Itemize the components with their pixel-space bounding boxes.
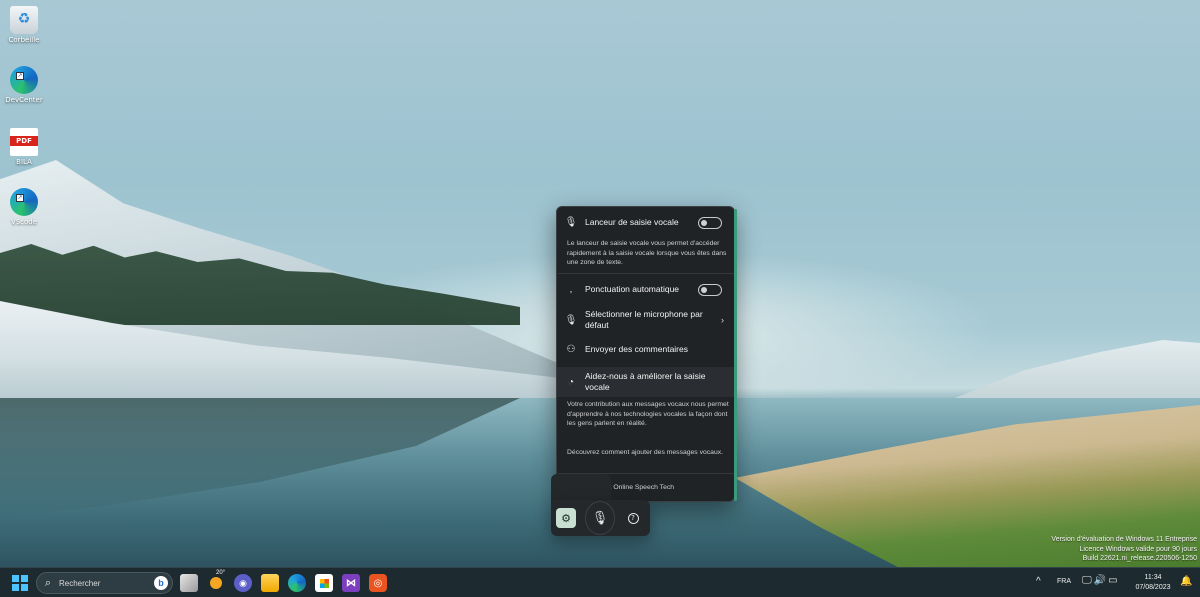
clock-date: 07/08/2023 (1135, 584, 1171, 591)
microphone-icon: 🎙 (564, 314, 578, 326)
watermark-line: Licence Windows valide pour 90 jours (1079, 545, 1197, 553)
auto-punctuation-toggle[interactable] (698, 284, 722, 296)
bing-icon[interactable]: b (154, 576, 168, 590)
default-microphone-row[interactable]: 🎙 Sélectionner le microphone par défaut … (557, 308, 734, 332)
search-icon: ⌕ (44, 576, 52, 589)
desktop-icon-label: VScode (10, 218, 38, 226)
desktop-icon-devcenter[interactable]: ↗ DevCenter (2, 66, 46, 104)
watermark-line: Build 22621.ni_release.220506-1250 (1082, 555, 1197, 562)
auto-punctuation-title: Ponctuation automatique (585, 284, 680, 294)
visual-studio-button[interactable]: ⋈ (342, 574, 360, 592)
network-icon: 🖵 (1082, 575, 1094, 586)
recycle-bin-icon (10, 6, 38, 34)
taskbar-clock[interactable]: 11:34 07/08/2023 (1131, 573, 1175, 593)
add-voice-clips-link[interactable]: Découvrez comment ajouter des messages v… (567, 448, 729, 458)
taskbar-search-box[interactable]: ⌕ Rechercher b (36, 572, 173, 594)
desktop-icon-label: Corbeille (8, 36, 40, 44)
headset-icon: ◔ (567, 376, 575, 388)
desktop-icon-label: BILA (16, 158, 32, 166)
task-view-button[interactable] (180, 574, 198, 592)
feedback-icon: ⚇ (566, 344, 576, 355)
volume-icon: 🔊 (1093, 575, 1109, 586)
battery-icon: ▭ (1108, 575, 1120, 586)
visual-studio-icon: ⋈ (346, 577, 356, 589)
microphone-button[interactable]: 🎙 (585, 501, 615, 535)
voice-typing-settings-panel: 🎙 Lanceur de saisie vocale Le lanceur de… (556, 206, 737, 502)
help-icon: ? (627, 512, 639, 524)
voice-launcher-toggle[interactable] (698, 217, 722, 229)
windows-logo-icon (12, 575, 19, 582)
auto-punctuation-row[interactable]: ‚ Ponctuation automatique (557, 284, 734, 296)
pdf-file-icon: PDF (10, 128, 38, 156)
desktop-icon-vscode[interactable]: ↗ VScode (2, 188, 46, 226)
microsoft-store-button[interactable] (315, 574, 333, 592)
start-button[interactable] (12, 575, 28, 591)
microphone-icon: 🎙 (564, 217, 578, 228)
edge-icon: ↗ (10, 66, 38, 94)
weather-temperature: 20° (216, 570, 226, 576)
voice-launcher-description: Le lanceur de saisie vocale vous permet … (567, 240, 727, 266)
notification-bell-icon[interactable]: 🔔 (1180, 576, 1192, 587)
gear-icon: ⚙ (561, 511, 571, 525)
punctuation-icon: ‚ (569, 284, 573, 295)
help-button[interactable]: ? (623, 508, 643, 528)
ubuntu-button[interactable]: ◎ (369, 574, 387, 592)
voice-typing-toolbar: ⚙ 🎙 ? (551, 500, 650, 536)
send-feedback-row[interactable]: ⚇ Envoyer des commentaires (557, 344, 734, 355)
chevron-right-icon: › (721, 315, 724, 325)
desktop-icon-recycle-bin[interactable]: Corbeille (2, 6, 46, 44)
system-tray-icons[interactable]: 🖵🔊▭ (1082, 575, 1120, 586)
improve-voice-typing-title: Aidez-nous à améliorer la saisie vocale (585, 371, 706, 392)
send-feedback-title: Envoyer des commentaires (585, 344, 688, 354)
settings-button[interactable]: ⚙ (556, 508, 576, 528)
improve-voice-typing-row[interactable]: ◔ Aidez-nous à améliorer la saisie vocal… (557, 367, 734, 397)
clock-time: 11:34 (1144, 574, 1162, 581)
divider (558, 273, 734, 274)
file-explorer-button[interactable] (261, 574, 279, 592)
default-microphone-title: Sélectionner le microphone par défaut (585, 309, 703, 330)
input-language-indicator[interactable]: FRA (1057, 578, 1071, 585)
edge-button[interactable] (288, 574, 306, 592)
microphone-icon: 🎙 (591, 510, 609, 526)
teams-chat-button[interactable]: ◉ (234, 574, 252, 592)
windows-evaluation-watermark: Version d'évaluation de Windows 11 Entre… (1051, 535, 1197, 564)
voice-launcher-title: Lanceur de saisie vocale (585, 217, 679, 227)
watermark-line: Version d'évaluation de Windows 11 Entre… (1051, 536, 1197, 543)
search-placeholder: Rechercher (59, 578, 101, 588)
show-hidden-icons-button[interactable]: ^ (1036, 576, 1041, 587)
voice-launcher-row[interactable]: 🎙 Lanceur de saisie vocale (557, 217, 734, 229)
desktop-icon-label: DevCenter (5, 96, 43, 104)
weather-widget-button[interactable]: 20° (207, 570, 225, 592)
improve-voice-typing-description: Votre contribution aux messages vocaux n… (567, 401, 729, 427)
weather-sun-icon (210, 577, 222, 589)
teams-icon: ◉ (239, 577, 247, 588)
edge-icon: ↗ (10, 188, 38, 216)
ubuntu-icon: ◎ (373, 577, 383, 589)
desktop-icon-bila[interactable]: PDF BILA (2, 128, 46, 166)
taskbar: ⌕ Rechercher b 20° ◉ ⋈ ◎ ^ FRA 🖵🔊▭ 11:34… (0, 567, 1200, 597)
